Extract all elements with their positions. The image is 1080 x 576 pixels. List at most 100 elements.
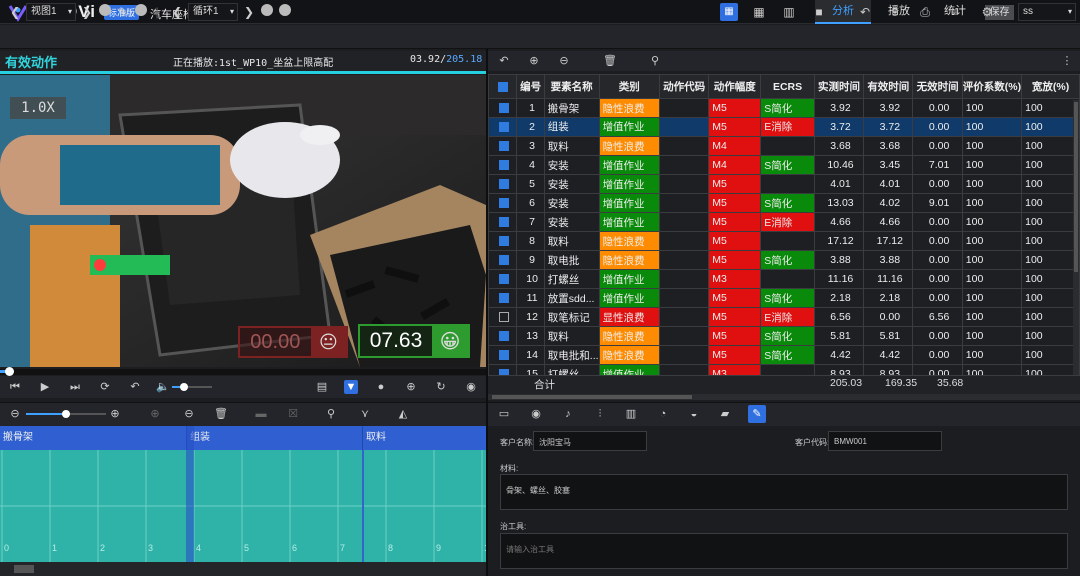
add-view-icon[interactable] [98,3,112,21]
table-vertical-scrollbar[interactable] [1073,100,1079,375]
cell-ecrs[interactable] [760,174,815,194]
timeline-track[interactable]: 012345678910 [0,450,494,562]
table-row[interactable]: 11 放置sdd... 增值作业 M5 S简化 2.18 2.18 0.00 100 100 [488,288,1080,308]
add-loop-icon[interactable] [260,3,274,21]
cell-action-code[interactable] [658,174,710,194]
checkbox-icon[interactable] [499,331,510,342]
cell-effective[interactable]: 3.92 [863,98,914,118]
pin-icon[interactable]: ● [374,380,388,394]
cell-effective[interactable]: 4.01 [863,174,914,194]
table-row[interactable]: 5 安装 增值作业 M5 4.01 4.01 0.00 100 100 [488,174,1080,194]
cell-ecrs[interactable]: S简化 [760,98,815,118]
cell-category[interactable]: 隐性浪费 [598,250,660,270]
checkbox-icon[interactable] [499,179,510,190]
cell-ecrs[interactable] [760,269,815,289]
cell-category[interactable]: 增值作业 [598,212,660,232]
gauge-icon[interactable]: ◒ [687,407,701,421]
folder-icon[interactable]: ▰ [718,407,732,421]
step-back-icon[interactable]: ⏮ [8,380,22,394]
tool-input[interactable]: 请输入治工具 [500,533,1068,569]
settings-gear-icon[interactable]: ⚙ [978,3,996,21]
cell-effective[interactable]: 4.42 [863,345,914,365]
cell-rating[interactable]: 100 [961,98,1023,118]
cell-rating[interactable]: 100 [961,288,1023,308]
cell-allowance[interactable]: 100 [1021,250,1080,270]
table-row[interactable]: 8 取料 隐性浪费 M5 17.12 17.12 0.00 100 100 [488,231,1080,251]
cell-number[interactable]: 7 [516,212,545,232]
cell-number[interactable]: 3 [516,136,545,156]
cell-ecrs[interactable]: S简化 [760,345,815,365]
cell-allowance[interactable]: 100 [1021,326,1080,346]
checkbox-icon[interactable] [499,312,510,323]
cell-element-name[interactable]: 取笔标记 [543,307,600,327]
cell-action-code[interactable] [658,345,710,365]
cell-element-name[interactable]: 安装 [543,193,600,213]
cell-measured[interactable]: 3.88 [813,250,865,270]
cell-measured[interactable]: 11.16 [813,269,865,289]
scroll-thumb[interactable] [14,565,34,573]
cell-invalid[interactable]: 0.00 [912,326,963,346]
cell-category[interactable]: 显性浪费 [598,307,660,327]
cell-category[interactable]: 隐性浪费 [598,345,660,365]
row-checkbox-cell[interactable] [488,136,518,156]
cell-allowance[interactable]: 100 [1021,307,1080,327]
cell-allowance[interactable]: 100 [1021,155,1080,175]
undo-table-icon[interactable]: ↶ [497,54,511,68]
rotate-icon[interactable]: ↻ [434,380,448,394]
cell-effective[interactable]: 0.00 [863,307,914,327]
cell-measured[interactable]: 17.12 [813,231,865,251]
cell-action-amplitude[interactable]: M5 [708,326,762,346]
pie-chart-icon[interactable]: ◔ [656,407,670,421]
row-checkbox-cell[interactable] [488,288,518,308]
cell-measured[interactable]: 3.92 [813,98,865,118]
cell-effective[interactable]: 3.88 [863,250,914,270]
cell-number[interactable]: 11 [516,288,545,308]
cell-invalid[interactable]: 9.01 [912,193,963,213]
microphone-icon[interactable]: ♪ [561,407,575,421]
cell-invalid[interactable]: 0.00 [912,250,963,270]
row-checkbox-cell[interactable] [488,326,518,346]
cell-rating[interactable]: 100 [961,231,1023,251]
timeline-segment[interactable]: 组装 [186,426,362,450]
col-header[interactable]: 要素名称 [543,74,600,99]
step-forward-icon[interactable]: ⏭ [68,380,82,394]
cell-measured[interactable]: 4.42 [813,345,865,365]
cell-measured[interactable]: 4.01 [813,174,865,194]
cell-effective[interactable]: 4.66 [863,212,914,232]
add-row-icon[interactable]: ⊕ [527,54,541,68]
cell-number[interactable]: 4 [516,155,545,175]
cell-rating[interactable]: 100 [961,117,1023,137]
remove-view-icon[interactable] [134,3,148,21]
cell-action-code[interactable] [658,250,710,270]
cell-invalid[interactable]: 0.00 [912,231,963,251]
cell-element-name[interactable]: 安装 [543,155,600,175]
row-checkbox-cell[interactable] [488,307,518,327]
cell-number[interactable]: 6 [516,193,545,213]
cell-number[interactable]: 12 [516,307,545,327]
checkbox-icon[interactable] [499,274,510,285]
cell-action-code[interactable] [658,117,710,137]
cell-category[interactable]: 隐性浪费 [598,98,660,118]
loop-icon[interactable]: ⟳ [98,380,112,394]
checkbox-icon[interactable] [499,350,510,361]
more-icon[interactable]: ⋮ [1060,54,1074,68]
cell-action-code[interactable] [658,193,710,213]
cell-effective[interactable]: 11.16 [863,269,914,289]
cell-allowance[interactable]: 100 [1021,345,1080,365]
operator-icon[interactable]: ⚲ [648,54,662,68]
table-row[interactable]: 10 打螺丝 增值作业 M3 11.16 11.16 0.00 100 100 [488,269,1080,289]
row-checkbox-cell[interactable] [488,269,518,289]
table-row[interactable]: 1 搬骨架 隐性浪费 M5 S简化 3.92 3.92 0.00 100 100 [488,98,1080,118]
progress-knob[interactable] [5,367,15,376]
cell-ecrs[interactable] [760,136,815,156]
table-row[interactable]: 3 取料 隐性浪费 M4 3.68 3.68 0.00 100 100 [488,136,1080,156]
timeline-scrollbar[interactable] [0,562,486,576]
view-select[interactable]: 视图1 ▾ [26,3,76,21]
branch-icon[interactable]: ⋎ [358,407,372,421]
menu-icon[interactable]: ≡ [946,3,964,21]
cell-measured[interactable]: 5.81 [813,326,865,346]
timeline-zoom-knob[interactable] [62,410,70,418]
customer-name-input[interactable]: 沈阳宝马 [533,431,647,451]
cell-action-amplitude[interactable]: M5 [708,231,762,251]
camera-info-icon[interactable]: ◉ [529,407,543,421]
